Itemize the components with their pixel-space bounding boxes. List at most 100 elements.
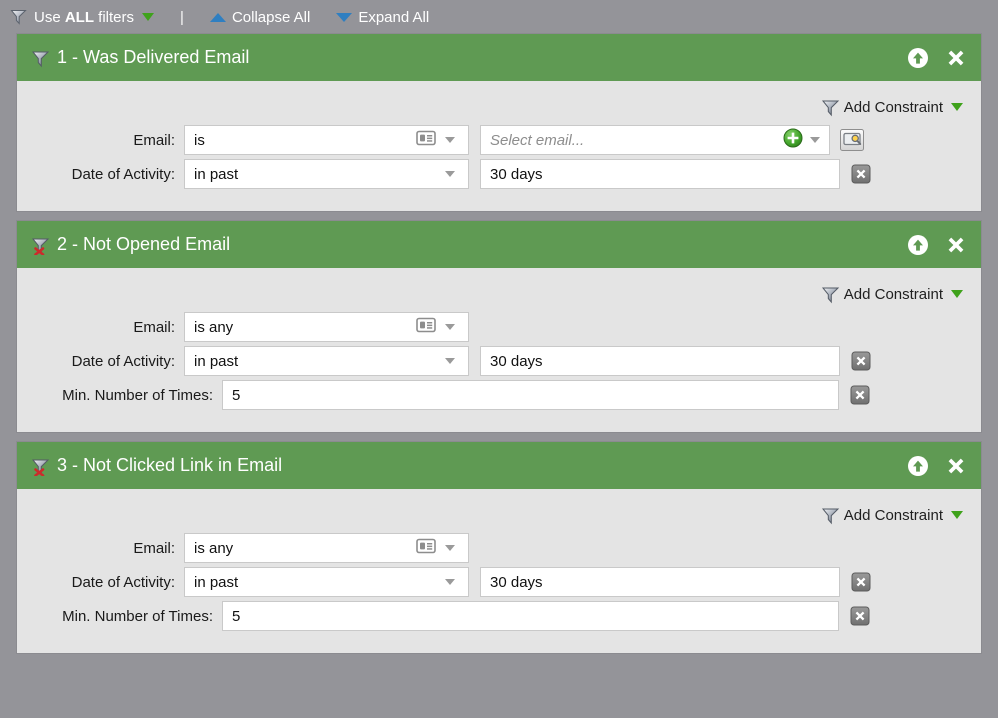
chevron-down-icon[interactable]	[445, 545, 455, 551]
collapse-all-button[interactable]: Collapse All	[209, 8, 311, 26]
expand-all-label: Expand All	[358, 8, 430, 26]
funnel-icon	[10, 9, 28, 25]
move-up-icon[interactable]	[907, 455, 929, 477]
filters-toolbar: Use ALL filters | Collapse All Expand Al…	[0, 0, 998, 34]
value-text: 30 days	[490, 352, 543, 370]
filter-panel-list: 1 - Was Delivered Email Add Constraint Ema…	[0, 34, 998, 653]
value-text: 30 days	[490, 573, 543, 591]
funnel-icon	[821, 507, 839, 525]
add-constraint-bar: Add Constraint	[34, 89, 964, 125]
chevron-down-icon[interactable]	[445, 324, 455, 330]
funnel-negated-icon	[31, 458, 50, 476]
use-all-filters-button[interactable]: Use ALL filters	[10, 8, 155, 26]
filter-panel: 1 - Was Delivered Email Add Constraint Ema…	[17, 34, 981, 211]
email-select-input[interactable]: Select email...	[480, 125, 830, 155]
value-text: 5	[232, 386, 241, 404]
value-input[interactable]: 5	[222, 601, 839, 631]
operator-select[interactable]: is	[184, 125, 469, 155]
filter-panel: 2 - Not Opened Email Add Constraint Email:…	[17, 221, 981, 432]
operator-select[interactable]: in past	[184, 159, 469, 189]
add-constraint-button[interactable]: Add Constraint	[821, 506, 963, 525]
triangle-down-green-icon[interactable]	[951, 103, 963, 111]
remove-icon[interactable]	[945, 455, 967, 477]
delete-constraint-button[interactable]	[851, 572, 871, 592]
funnel-icon	[31, 50, 50, 67]
constraint-row-label: Email:	[133, 131, 175, 149]
use-all-filters-label: Use ALL filters	[34, 8, 135, 26]
constraint-row: Email: is any	[34, 312, 964, 342]
delete-constraint-button[interactable]	[851, 351, 871, 371]
funnel-icon	[821, 99, 839, 117]
filter-panel-body: Add Constraint Email: is Select email... Dat…	[17, 81, 981, 211]
delete-constraint-button[interactable]	[851, 164, 871, 184]
constraint-row-label: Email:	[133, 318, 175, 336]
filter-panel-body: Add Constraint Email: is any Date of Activi…	[17, 268, 981, 432]
value-input[interactable]: 30 days	[480, 567, 840, 597]
operator-select[interactable]: is any	[184, 312, 469, 342]
funnel-icon	[821, 286, 839, 304]
constraint-row-label: Min. Number of Times:	[62, 607, 213, 625]
move-up-icon[interactable]	[907, 47, 929, 69]
filter-panel-header: 1 - Was Delivered Email	[17, 34, 981, 81]
filter-panel-header: 3 - Not Clicked Link in Email	[17, 442, 981, 489]
expand-all-button[interactable]: Expand All	[336, 9, 429, 26]
triangle-down-green-icon[interactable]	[951, 290, 963, 298]
add-constraint-label: Add Constraint	[843, 506, 943, 524]
operator-value: in past	[194, 573, 239, 591]
constraint-row-label: Date of Activity:	[71, 573, 175, 591]
operator-select[interactable]: in past	[184, 567, 469, 597]
constraint-row-label: Date of Activity:	[71, 352, 175, 370]
id-card-icon[interactable]	[416, 538, 436, 558]
chevron-down-icon[interactable]	[445, 579, 455, 585]
value-text: 5	[232, 607, 241, 625]
filter-panel-header: 2 - Not Opened Email	[17, 221, 981, 268]
value-input[interactable]: 30 days	[480, 159, 840, 189]
delete-constraint-button[interactable]	[850, 385, 870, 405]
constraint-row-label: Date of Activity:	[71, 165, 175, 183]
toolbar-divider: |	[180, 8, 184, 26]
chevron-down-icon[interactable]	[810, 137, 820, 143]
operator-value: in past	[194, 165, 239, 183]
add-constraint-bar: Add Constraint	[34, 276, 964, 312]
delete-constraint-button[interactable]	[850, 606, 870, 626]
value-input[interactable]: 30 days	[480, 346, 840, 376]
constraint-row: Min. Number of Times: 5	[34, 601, 964, 631]
id-card-icon[interactable]	[416, 317, 436, 337]
triangle-down-green-icon[interactable]	[951, 511, 963, 519]
remove-icon[interactable]	[945, 47, 967, 69]
chevron-down-icon[interactable]	[445, 137, 455, 143]
operator-value: is any	[194, 318, 234, 336]
constraint-row: Email: is Select email...	[34, 125, 964, 155]
filter-panel-title: 3 - Not Clicked Link in Email	[57, 455, 283, 475]
triangle-up-blue-icon	[209, 12, 226, 22]
operator-value: is	[194, 131, 205, 149]
constraint-row: Min. Number of Times: 5	[34, 380, 964, 410]
constraint-row-label: Min. Number of Times:	[62, 386, 213, 404]
add-constraint-bar: Add Constraint	[34, 497, 964, 533]
triangle-down-blue-icon	[336, 12, 353, 22]
constraint-row: Date of Activity: in past 30 days	[34, 567, 964, 597]
add-constraint-button[interactable]: Add Constraint	[821, 99, 963, 117]
constraint-row: Date of Activity: in past 30 days	[34, 346, 964, 376]
add-constraint-button[interactable]: Add Constraint	[821, 285, 963, 304]
operator-select[interactable]: is any	[184, 533, 469, 563]
placeholder-wrapper: Select email...	[490, 126, 783, 154]
collapse-all-label: Collapse All	[231, 8, 311, 26]
filter-panel-title: 1 - Was Delivered Email	[57, 47, 250, 67]
spellcheck-underline	[490, 146, 820, 151]
triangle-down-green-icon[interactable]	[142, 13, 155, 21]
preview-search-button[interactable]	[840, 129, 864, 151]
funnel-negated-icon	[31, 237, 50, 255]
operator-select[interactable]: in past	[184, 346, 469, 376]
filter-panel-title: 2 - Not Opened Email	[57, 234, 231, 254]
add-constraint-label: Add Constraint	[843, 285, 943, 303]
chevron-down-icon[interactable]	[445, 358, 455, 364]
value-text: 30 days	[490, 165, 543, 183]
constraint-row-label: Email:	[133, 539, 175, 557]
move-up-icon[interactable]	[907, 234, 929, 256]
constraint-row: Email: is any	[34, 533, 964, 563]
value-input[interactable]: 5	[222, 380, 839, 410]
chevron-down-icon[interactable]	[445, 171, 455, 177]
remove-icon[interactable]	[945, 234, 967, 256]
id-card-icon[interactable]	[416, 130, 436, 150]
